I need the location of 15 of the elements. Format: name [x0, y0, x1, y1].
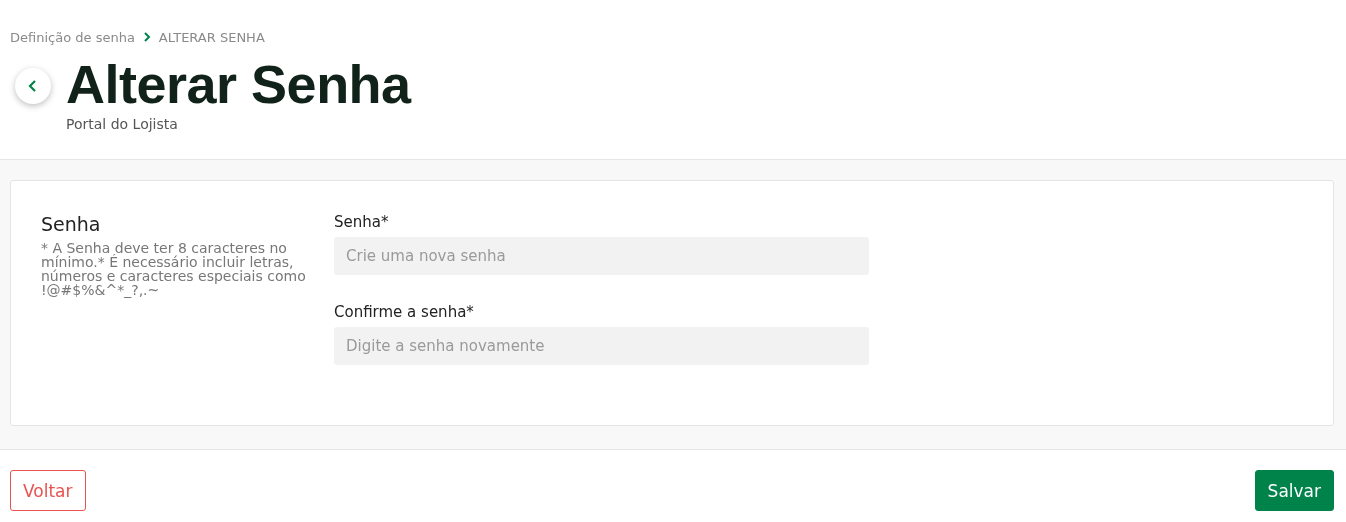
field-label: Senha*: [334, 213, 390, 231]
field-label: Confirme a senha*: [334, 303, 475, 321]
page-title: Alterar Senha: [66, 54, 411, 114]
chevron-right-icon: [142, 32, 151, 42]
save-button[interactable]: Salvar: [1254, 470, 1334, 511]
page-subtitle: Portal do Lojista: [66, 116, 179, 132]
section-title: Senha: [41, 213, 102, 235]
breadcrumb-link[interactable]: Definição de senha: [10, 29, 135, 45]
input-field[interactable]: Crie uma nova senha: [334, 237, 869, 275]
back-button[interactable]: Voltar: [10, 470, 86, 511]
chevron-left-icon: [28, 79, 38, 93]
input-field[interactable]: Digite a senha novamente: [334, 327, 869, 365]
password-hint: * A Senha deve ter 8 caracteres no mínimo.* É necessário incluir letras, números e caracteres especiais como !@#$%&^*_?,.~: [41, 241, 307, 297]
breadcrumb-link[interactable]: ALTERAR SENHA: [158, 29, 265, 45]
back-button[interactable]: [15, 68, 51, 104]
